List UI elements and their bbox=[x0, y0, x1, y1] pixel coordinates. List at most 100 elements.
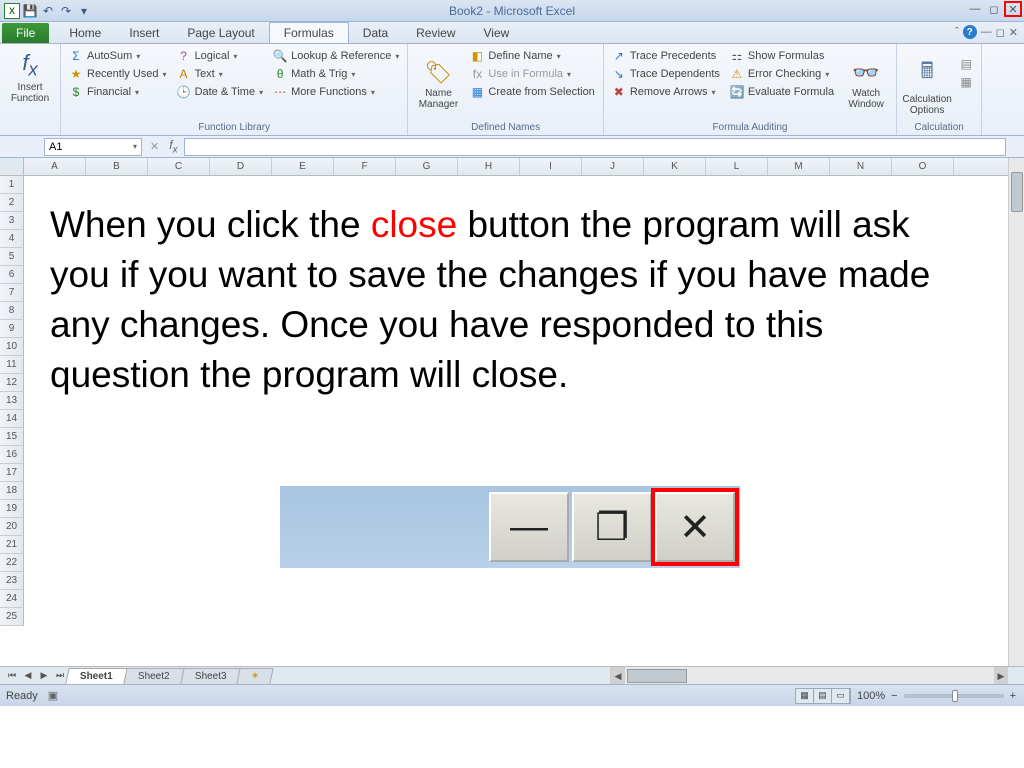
insert-function-button[interactable]: fx Insert Function bbox=[6, 46, 54, 104]
close-button[interactable]: ✕ bbox=[1004, 1, 1022, 17]
redo-button[interactable]: ↷ bbox=[58, 3, 74, 19]
hscroll-thumb[interactable] bbox=[627, 669, 687, 683]
column-header[interactable]: K bbox=[644, 158, 706, 175]
row-header[interactable]: 14 bbox=[0, 410, 24, 428]
vertical-scrollbar[interactable] bbox=[1008, 158, 1024, 666]
row-header[interactable]: 24 bbox=[0, 590, 24, 608]
column-header[interactable]: J bbox=[582, 158, 644, 175]
minimize-ribbon-icon[interactable]: ˆ bbox=[955, 26, 959, 38]
sheet-tab-sheet3[interactable]: Sheet3 bbox=[180, 668, 241, 684]
column-header[interactable]: N bbox=[830, 158, 892, 175]
tab-home[interactable]: Home bbox=[55, 23, 115, 43]
row-header[interactable]: 17 bbox=[0, 464, 24, 482]
name-box[interactable]: A1 bbox=[44, 138, 142, 156]
select-all-button[interactable] bbox=[0, 158, 24, 176]
show-formulas-button[interactable]: ⚏Show Formulas bbox=[728, 48, 836, 64]
calc-sheet-button[interactable]: ▦ bbox=[957, 74, 975, 90]
fx-button[interactable]: fx bbox=[163, 138, 183, 155]
column-headers[interactable]: ABCDEFGHIJKLMNO bbox=[24, 158, 1024, 176]
worksheet-grid[interactable]: ABCDEFGHIJKLMNO 123456789101112131415161… bbox=[0, 158, 1024, 666]
minimize-button[interactable]: — bbox=[966, 1, 984, 17]
column-header[interactable]: H bbox=[458, 158, 520, 175]
scroll-right-button[interactable]: ▶ bbox=[994, 667, 1008, 685]
row-header[interactable]: 18 bbox=[0, 482, 24, 500]
row-header[interactable]: 1 bbox=[0, 176, 24, 194]
row-header[interactable]: 13 bbox=[0, 392, 24, 410]
tab-page-layout[interactable]: Page Layout bbox=[173, 23, 268, 43]
column-header[interactable]: G bbox=[396, 158, 458, 175]
new-sheet-button[interactable]: ✶ bbox=[237, 668, 275, 684]
row-header[interactable]: 9 bbox=[0, 320, 24, 338]
row-headers[interactable]: 1234567891011121314151617181920212223242… bbox=[0, 176, 24, 626]
column-header[interactable]: E bbox=[272, 158, 334, 175]
sheet-tab-sheet2[interactable]: Sheet2 bbox=[123, 668, 184, 684]
workbook-minimize-button[interactable]: — bbox=[981, 26, 992, 38]
page-break-view-button[interactable]: ▭ bbox=[832, 689, 850, 703]
maximize-button[interactable]: ◻ bbox=[985, 1, 1003, 17]
watch-window-button[interactable]: 👓 Watch Window bbox=[842, 46, 890, 120]
workbook-restore-button[interactable]: ◻ bbox=[996, 26, 1005, 39]
row-header[interactable]: 2 bbox=[0, 194, 24, 212]
row-header[interactable]: 7 bbox=[0, 284, 24, 302]
sheet-tab-sheet1[interactable]: Sheet1 bbox=[65, 668, 127, 684]
row-header[interactable]: 12 bbox=[0, 374, 24, 392]
macro-record-icon[interactable]: ▣ bbox=[48, 689, 58, 702]
save-button[interactable]: 💾 bbox=[22, 3, 38, 19]
name-manager-button[interactable]: 🏷 Name Manager bbox=[414, 46, 462, 120]
tab-view[interactable]: View bbox=[470, 23, 524, 43]
row-header[interactable]: 25 bbox=[0, 608, 24, 626]
column-header[interactable]: C bbox=[148, 158, 210, 175]
row-header[interactable]: 6 bbox=[0, 266, 24, 284]
help-icon[interactable]: ? bbox=[963, 25, 977, 39]
workbook-close-button[interactable]: ✕ bbox=[1009, 26, 1018, 39]
lookup-button[interactable]: 🔍Lookup & Reference bbox=[271, 48, 401, 64]
row-header[interactable]: 4 bbox=[0, 230, 24, 248]
column-header[interactable]: M bbox=[768, 158, 830, 175]
datetime-button[interactable]: 🕒Date & Time bbox=[175, 84, 266, 100]
zoom-in-button[interactable]: + bbox=[1010, 690, 1016, 702]
row-header[interactable]: 10 bbox=[0, 338, 24, 356]
define-name-button[interactable]: ◧Define Name bbox=[468, 48, 596, 64]
row-header[interactable]: 8 bbox=[0, 302, 24, 320]
column-header[interactable]: B bbox=[86, 158, 148, 175]
column-header[interactable]: L bbox=[706, 158, 768, 175]
tab-data[interactable]: Data bbox=[349, 23, 402, 43]
error-checking-button[interactable]: ⚠Error Checking bbox=[728, 66, 836, 82]
logical-button[interactable]: ?Logical bbox=[175, 48, 266, 64]
row-header[interactable]: 22 bbox=[0, 554, 24, 572]
horizontal-scrollbar[interactable]: ◀ ▶ bbox=[610, 667, 1008, 685]
trace-precedents-button[interactable]: ↗Trace Precedents bbox=[610, 48, 722, 64]
first-sheet-button[interactable]: ⏮ bbox=[4, 670, 20, 681]
zoom-knob[interactable] bbox=[952, 690, 958, 702]
row-header[interactable]: 3 bbox=[0, 212, 24, 230]
trace-dependents-button[interactable]: ↘Trace Dependents bbox=[610, 66, 722, 82]
row-header[interactable]: 23 bbox=[0, 572, 24, 590]
next-sheet-button[interactable]: ▶ bbox=[36, 670, 52, 681]
prev-sheet-button[interactable]: ◀ bbox=[20, 670, 36, 681]
tab-formulas[interactable]: Formulas bbox=[269, 22, 349, 43]
zoom-slider[interactable] bbox=[904, 694, 1004, 698]
column-header[interactable]: O bbox=[892, 158, 954, 175]
column-header[interactable]: D bbox=[210, 158, 272, 175]
zoom-level[interactable]: 100% bbox=[857, 690, 885, 702]
row-header[interactable]: 19 bbox=[0, 500, 24, 518]
row-header[interactable]: 16 bbox=[0, 446, 24, 464]
column-header[interactable]: A bbox=[24, 158, 86, 175]
zoom-out-button[interactable]: − bbox=[891, 690, 897, 702]
recently-used-button[interactable]: ★Recently Used bbox=[67, 66, 169, 82]
row-header[interactable]: 21 bbox=[0, 536, 24, 554]
calculation-options-button[interactable]: 🖩 Calculation Options bbox=[903, 46, 951, 120]
create-from-selection-button[interactable]: ▦Create from Selection bbox=[468, 84, 596, 100]
column-header[interactable]: I bbox=[520, 158, 582, 175]
tab-review[interactable]: Review bbox=[402, 23, 469, 43]
scroll-thumb[interactable] bbox=[1011, 172, 1023, 212]
financial-button[interactable]: $Financial bbox=[67, 84, 169, 100]
normal-view-button[interactable]: ▦ bbox=[796, 689, 814, 703]
row-header[interactable]: 20 bbox=[0, 518, 24, 536]
row-header[interactable]: 11 bbox=[0, 356, 24, 374]
undo-button[interactable]: ↶ bbox=[40, 3, 56, 19]
page-layout-view-button[interactable]: ▤ bbox=[814, 689, 832, 703]
file-tab[interactable]: File bbox=[2, 23, 49, 43]
formula-input[interactable] bbox=[184, 138, 1006, 156]
calc-now-button[interactable]: ▤ bbox=[957, 56, 975, 72]
